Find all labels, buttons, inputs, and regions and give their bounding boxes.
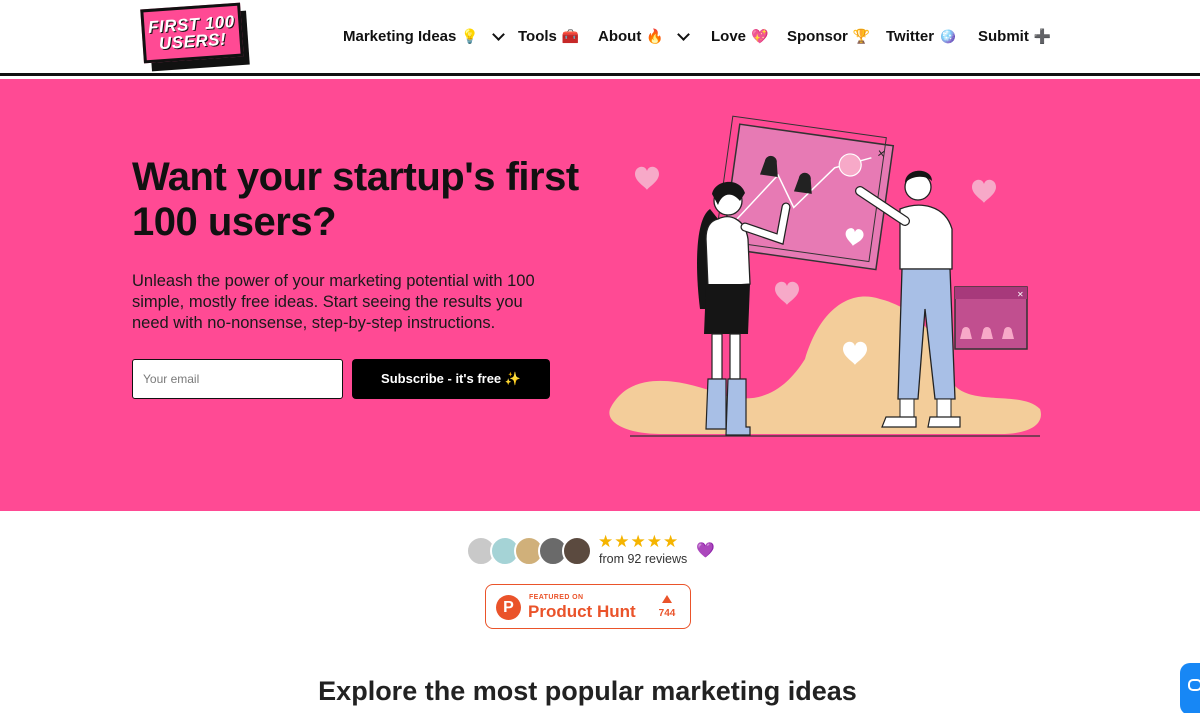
hero-section: Want your startup's first 100 users? Unl… (0, 79, 1200, 511)
chat-button[interactable] (1180, 663, 1200, 713)
hero-illustration: ✕ ✕ (609, 115, 1041, 437)
product-hunt-logo-icon: P (496, 595, 521, 620)
nav-label: Tools (518, 28, 557, 45)
fire-icon: 🔥 (646, 28, 664, 44)
hero-subtitle: Unleash the power of your marketing pote… (132, 272, 535, 332)
nav-label: Marketing Ideas (343, 28, 457, 45)
star-rating: ★★★★★ (598, 532, 680, 551)
upvote-arrow-icon (662, 595, 672, 603)
logo-face: FIRST 100 USERS! (140, 2, 244, 64)
nav-twitter[interactable]: Twitter 🪩 (886, 28, 957, 45)
hero-title: Want your startup's first 100 users? (132, 155, 579, 244)
chevron-down-icon[interactable] (676, 28, 690, 41)
nav-about[interactable]: About 🔥 (598, 28, 690, 45)
lightbulb-icon: 💡 (461, 28, 479, 44)
logo-line-2: USERS! (158, 29, 227, 54)
nav-label: Love (711, 28, 747, 45)
section-heading: Explore the most popular marketing ideas (318, 676, 857, 706)
plus-icon: ➕ (1033, 28, 1052, 44)
svg-text:✕: ✕ (876, 149, 886, 161)
toolbox-icon: 🧰 (561, 28, 580, 44)
nav-love[interactable]: Love 💖 (711, 28, 768, 45)
nav-label: Submit (978, 28, 1029, 45)
nav-tools[interactable]: Tools 🧰 (518, 28, 579, 45)
chat-bubble-icon (1188, 679, 1200, 691)
nav-marketing-ideas[interactable]: Marketing Ideas 💡 (343, 28, 505, 45)
nav-submit[interactable]: Submit ➕ (978, 28, 1051, 45)
logo[interactable]: FIRST 100 USERS! (140, 2, 250, 72)
review-count: from 92 reviews (599, 552, 688, 566)
nav-label: Twitter (886, 28, 935, 45)
nav-label: About (598, 28, 642, 45)
chevron-down-icon[interactable] (491, 28, 505, 41)
avatar (562, 536, 592, 566)
product-hunt-name: Product Hunt (528, 602, 636, 621)
email-input[interactable] (132, 359, 343, 399)
upvote-count: 744 (658, 608, 676, 619)
heart-icon: 💖 (751, 28, 769, 44)
reviewer-avatars (466, 536, 596, 568)
site-header: FIRST 100 USERS! Marketing Ideas 💡 Tools… (0, 0, 1200, 76)
nav-label: Sponsor (787, 28, 848, 45)
featured-label: FEATURED ON (529, 594, 584, 601)
product-hunt-badge[interactable]: P FEATURED ON Product Hunt 744 (485, 584, 691, 629)
svg-text:✕: ✕ (1017, 290, 1024, 299)
trophy-icon: 🏆 (852, 28, 871, 44)
disco-ball-icon: 🪩 (939, 28, 957, 44)
purple-heart-icon: 💜 (696, 542, 715, 559)
subscribe-button[interactable]: Subscribe - it's free ✨ (352, 359, 550, 399)
nav-sponsor[interactable]: Sponsor 🏆 (787, 28, 870, 45)
